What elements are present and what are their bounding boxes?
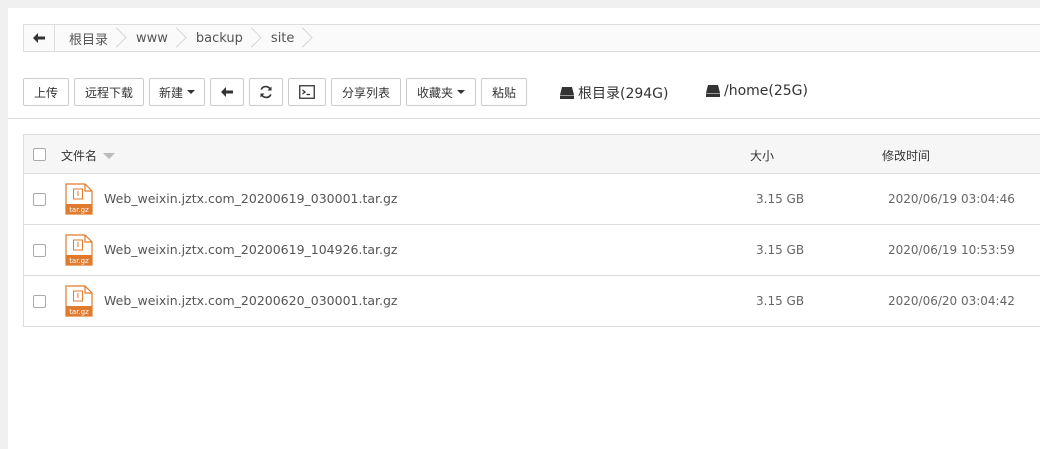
table-row[interactable]: tar.gz Web_weixin.jztx.com_20200619_0300…: [24, 174, 1040, 225]
breadcrumb-item-root[interactable]: 根目录: [55, 25, 122, 51]
toolbar: 上传 远程下载 新建 分享列表 收藏夹 粘贴: [23, 77, 532, 107]
file-size: 3.15 GB: [756, 243, 805, 257]
column-header-name[interactable]: 文件名: [61, 147, 116, 164]
table-header: 文件名 大小 修改时间: [24, 135, 1040, 174]
file-name-link[interactable]: Web_weixin.jztx.com_20200619_030001.tar.…: [104, 191, 398, 206]
select-all-checkbox[interactable]: [33, 148, 46, 161]
file-manager-panel: 根目录 www backup site 上传 远程下载 新建 分享列表 收藏夹 …: [8, 8, 1040, 449]
terminal-button[interactable]: [288, 78, 326, 106]
file-modified-time: 2020/06/19 10:53:59: [888, 243, 1015, 257]
archive-file-icon: tar.gz: [65, 183, 93, 215]
disk-root[interactable]: 根目录(294G): [560, 83, 669, 103]
favorites-button-label: 收藏夹: [416, 85, 453, 100]
svg-text:tar.gz: tar.gz: [69, 206, 89, 214]
breadcrumb-back-button[interactable]: [24, 25, 55, 51]
disk-label: /home(25G): [724, 83, 808, 99]
back-button[interactable]: [210, 78, 244, 106]
breadcrumb-item-backup[interactable]: backup: [182, 25, 257, 51]
row-checkbox[interactable]: [33, 295, 46, 308]
column-header-time[interactable]: 修改时间: [882, 147, 930, 164]
archive-file-icon: tar.gz: [65, 234, 93, 266]
refresh-button[interactable]: [249, 78, 283, 106]
disk-home[interactable]: /home(25G): [706, 83, 808, 99]
caret-down-icon: [187, 90, 195, 94]
column-header-size[interactable]: 大小: [750, 147, 774, 164]
breadcrumb-label: 根目录: [69, 32, 109, 48]
paste-button[interactable]: 粘贴: [481, 78, 527, 106]
file-modified-time: 2020/06/20 03:04:42: [888, 294, 1015, 308]
svg-text:tar.gz: tar.gz: [69, 308, 89, 316]
hdd-icon: [706, 85, 720, 97]
remote-download-button[interactable]: 远程下载: [74, 78, 144, 106]
row-checkbox[interactable]: [33, 244, 46, 257]
table-row[interactable]: tar.gz Web_weixin.jztx.com_20200620_0300…: [24, 276, 1040, 326]
breadcrumb-label: backup: [195, 30, 243, 46]
file-modified-time: 2020/06/19 03:04:46: [888, 192, 1015, 206]
terminal-icon: [299, 85, 315, 99]
file-table: 文件名 大小 修改时间 tar.gz Web_weixin.jztx.com_2…: [23, 134, 1040, 327]
arrow-left-icon: [221, 87, 233, 97]
file-name-link[interactable]: Web_weixin.jztx.com_20200619_104926.tar.…: [104, 242, 398, 257]
share-list-button[interactable]: 分享列表: [331, 78, 401, 106]
breadcrumb-item-site[interactable]: site: [257, 25, 308, 51]
favorites-dropdown-button[interactable]: 收藏夹: [406, 78, 476, 106]
upload-button[interactable]: 上传: [23, 78, 69, 106]
refresh-icon: [260, 85, 272, 99]
arrow-left-icon: [33, 33, 45, 43]
file-name-link[interactable]: Web_weixin.jztx.com_20200620_030001.tar.…: [104, 293, 398, 308]
breadcrumb-label: site: [270, 30, 295, 46]
breadcrumb: 根目录 www backup site: [23, 24, 1040, 52]
column-header-label: 文件名: [61, 149, 98, 163]
archive-file-icon: tar.gz: [65, 285, 93, 317]
row-checkbox[interactable]: [33, 193, 46, 206]
caret-down-icon: [457, 90, 465, 94]
breadcrumb-label: www: [136, 30, 168, 46]
new-button-label: 新建: [159, 85, 184, 100]
disk-label: 根目录(294G): [578, 86, 669, 102]
toolbar-divider: [8, 118, 1040, 119]
sort-down-icon: [103, 152, 116, 159]
new-dropdown-button[interactable]: 新建: [149, 78, 205, 106]
file-size: 3.15 GB: [756, 294, 805, 308]
svg-text:tar.gz: tar.gz: [69, 257, 89, 265]
hdd-icon: [560, 87, 574, 99]
breadcrumb-item-www[interactable]: www: [122, 25, 182, 51]
file-size: 3.15 GB: [756, 192, 805, 206]
table-row[interactable]: tar.gz Web_weixin.jztx.com_20200619_1049…: [24, 225, 1040, 276]
